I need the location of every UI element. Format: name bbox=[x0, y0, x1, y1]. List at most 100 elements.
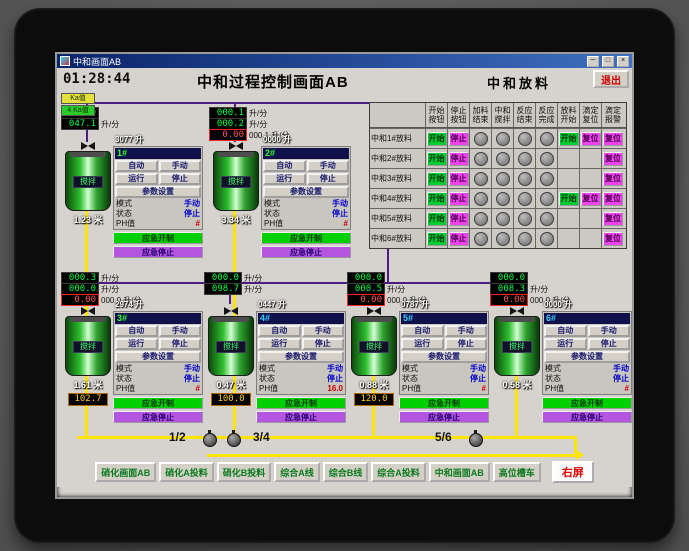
status-indicator bbox=[539, 211, 554, 226]
emergency-stop-button[interactable]: 应急停止 bbox=[113, 411, 203, 423]
nav-button[interactable]: 综合B线 bbox=[322, 462, 369, 482]
run-button[interactable]: 运行 bbox=[115, 338, 158, 350]
control-panel-column: 3077 升 1# 自动 手动 运行 停止 参数设置 模式 手动 状态 停止 P… bbox=[113, 134, 203, 258]
top-tank-row: 050.0 047.1 升/分 搅拌 1.23 米 3077 升 1# bbox=[59, 107, 357, 270]
emergency-stop-button[interactable]: 应急停止 bbox=[256, 411, 346, 423]
emergency-open-button[interactable]: 应急开制 bbox=[256, 397, 346, 409]
auto-button[interactable]: 自动 bbox=[115, 325, 158, 337]
manual-button[interactable]: 手动 bbox=[587, 325, 630, 337]
auto-button[interactable]: 自动 bbox=[401, 325, 444, 337]
params-button[interactable]: 参数设置 bbox=[115, 351, 201, 363]
maximize-icon[interactable]: □ bbox=[602, 55, 614, 67]
params-button[interactable]: 参数设置 bbox=[258, 351, 344, 363]
right-screen-button[interactable]: 右屏 bbox=[551, 461, 594, 483]
start-button[interactable]: 开始 bbox=[426, 171, 447, 186]
emergency-open-button[interactable]: 应急开制 bbox=[542, 397, 632, 409]
titration-alarm-reset-button[interactable]: 复位 bbox=[603, 231, 623, 246]
stop-button[interactable]: 停止 bbox=[448, 151, 469, 166]
level-readout: 1.23 米 bbox=[73, 215, 103, 225]
start-button[interactable]: 开始 bbox=[426, 131, 447, 146]
nav-button[interactable]: 硝化B投料 bbox=[216, 462, 272, 482]
titration-alarm-reset-button[interactable]: 复位 bbox=[603, 171, 623, 186]
run-button[interactable]: 运行 bbox=[258, 338, 301, 350]
row-label: 中和2#放料 bbox=[370, 149, 426, 168]
manual-button[interactable]: 手动 bbox=[306, 160, 349, 172]
close-icon[interactable]: × bbox=[617, 55, 629, 67]
run-button[interactable]: 运行 bbox=[544, 338, 587, 350]
manual-button[interactable]: 手动 bbox=[158, 160, 201, 172]
emergency-open-button[interactable]: 应急开制 bbox=[113, 232, 203, 244]
titration-reset-button[interactable]: 复位 bbox=[580, 131, 601, 146]
titration-alarm-reset-button[interactable]: 复位 bbox=[603, 131, 623, 146]
emergency-stop-button[interactable]: 应急停止 bbox=[399, 411, 489, 423]
emergency-open-button[interactable]: 应急开制 bbox=[261, 232, 351, 244]
titration-alarm-reset-button[interactable]: 复位 bbox=[603, 211, 623, 226]
stop-button[interactable]: 停止 bbox=[448, 191, 469, 206]
nav-button[interactable]: 综合A投料 bbox=[371, 462, 426, 482]
start-button[interactable]: 开始 bbox=[426, 211, 447, 226]
stop-button[interactable]: 停止 bbox=[158, 173, 201, 185]
emergency-stop-button[interactable]: 应急停止 bbox=[113, 246, 203, 258]
flow-unit-label: 升/分 bbox=[249, 119, 268, 129]
tank-id-label: 2# bbox=[263, 148, 349, 159]
start-button[interactable]: 开始 bbox=[426, 151, 447, 166]
emergency-open-button[interactable]: 应急开制 bbox=[399, 397, 489, 409]
run-button[interactable]: 运行 bbox=[115, 173, 158, 185]
minimize-icon[interactable]: ─ bbox=[587, 55, 599, 67]
manual-button[interactable]: 手动 bbox=[301, 325, 344, 337]
control-panel: 4# 自动 手动 运行 停止 参数设置 模式 手动 状态 停止 PH值 16.0 bbox=[256, 311, 346, 395]
exit-button[interactable]: 退出 bbox=[593, 70, 629, 88]
manual-button[interactable]: 手动 bbox=[444, 325, 487, 337]
auto-button[interactable]: 自动 bbox=[263, 160, 306, 172]
auto-button[interactable]: 自动 bbox=[258, 325, 301, 337]
stop-button[interactable]: 停止 bbox=[301, 338, 344, 350]
nav-button[interactable]: 高位槽车 bbox=[492, 462, 541, 482]
stop-button[interactable]: 停止 bbox=[448, 231, 469, 246]
stop-button[interactable]: 停止 bbox=[448, 131, 469, 146]
nav-button[interactable]: 硝化画面AB bbox=[95, 462, 157, 482]
run-button[interactable]: 运行 bbox=[401, 338, 444, 350]
stop-button[interactable]: 停止 bbox=[448, 211, 469, 226]
flow-readout: 047.1 bbox=[61, 118, 99, 130]
volume-readout: 2974 升 bbox=[115, 300, 144, 309]
auto-button[interactable]: 自动 bbox=[544, 325, 587, 337]
emergency-stop-button[interactable]: 应急停止 bbox=[261, 246, 351, 258]
start-button[interactable]: 开始 bbox=[426, 191, 447, 206]
nav-button[interactable]: 硝化A投料 bbox=[159, 462, 214, 482]
params-button[interactable]: 参数设置 bbox=[401, 351, 487, 363]
params-button[interactable]: 参数设置 bbox=[544, 351, 630, 363]
discharge-start-button[interactable]: 开始 bbox=[558, 191, 579, 206]
manual-button[interactable]: 手动 bbox=[158, 325, 201, 337]
titration-alarm-reset-button[interactable]: 复位 bbox=[603, 151, 623, 166]
discharge-start-button[interactable]: 开始 bbox=[558, 131, 579, 146]
table-row: 中和5#放料 开始 停止 复位 bbox=[370, 208, 626, 228]
emergency-open-button[interactable]: 应急开制 bbox=[113, 397, 203, 409]
ph-value: # bbox=[481, 384, 486, 393]
table-row: 中和6#放料 开始 停止 复位 bbox=[370, 228, 626, 248]
titration-alarm-reset-button[interactable]: 复位 bbox=[603, 191, 623, 206]
stop-button[interactable]: 停止 bbox=[306, 173, 349, 185]
stop-button[interactable]: 停止 bbox=[444, 338, 487, 350]
state-value: 停止 bbox=[327, 374, 343, 383]
params-button[interactable]: 参数设置 bbox=[115, 186, 201, 198]
auto-button[interactable]: 自动 bbox=[115, 160, 158, 172]
flow-line: 098.7 升/分 bbox=[204, 283, 262, 295]
titration-reset-button[interactable]: 复位 bbox=[580, 191, 601, 206]
cell-indicator bbox=[492, 229, 514, 248]
run-button[interactable]: 运行 bbox=[263, 173, 306, 185]
cell-indicator bbox=[536, 129, 558, 148]
tank-column: 搅拌 0.47 米 100.0 bbox=[208, 307, 254, 406]
tank-column: 搅拌 0.58 米 bbox=[494, 307, 540, 395]
hmi-canvas: 01:28:44 中和过程控制画面AB 中和放料 退出 Ka值 4 Ka值 05… bbox=[57, 68, 632, 487]
stop-button[interactable]: 停止 bbox=[448, 171, 469, 186]
stop-button[interactable]: 停止 bbox=[158, 338, 201, 350]
emergency-stop-button[interactable]: 应急停止 bbox=[542, 411, 632, 423]
params-button[interactable]: 参数设置 bbox=[263, 186, 349, 198]
nav-button[interactable]: 中和画面AB bbox=[428, 462, 490, 482]
nav-button[interactable]: 综合A线 bbox=[274, 462, 320, 482]
start-button[interactable]: 开始 bbox=[426, 231, 447, 246]
flow-unit-label: 升/分 bbox=[101, 119, 120, 129]
pump-pair-label: 3/4 bbox=[253, 430, 270, 444]
cell-indicator bbox=[536, 149, 558, 168]
stop-button[interactable]: 停止 bbox=[587, 338, 630, 350]
